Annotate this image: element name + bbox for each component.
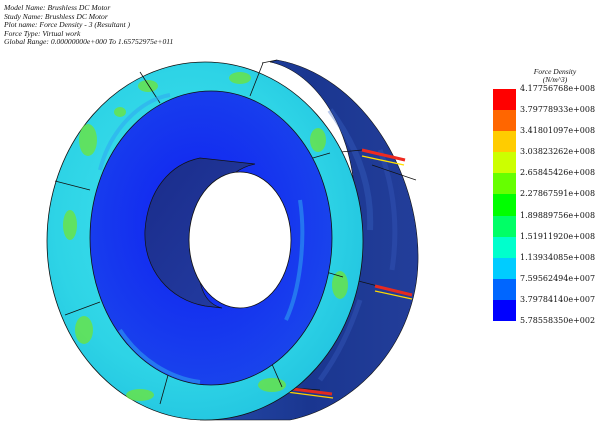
legend-color-bar bbox=[493, 89, 516, 322]
legend-value-label: 3.79778933e+008 bbox=[520, 105, 596, 115]
legend-value-label: 4.17756768e+008 bbox=[520, 84, 596, 93]
legend-title: Force Density (N/m^3) bbox=[520, 68, 590, 84]
legend-color-band bbox=[493, 110, 516, 132]
legend-value-label: 2.65845426e+008 bbox=[520, 168, 596, 178]
legend-value-label: 3.03823262e+008 bbox=[520, 147, 596, 157]
legend-value-label: 3.41801097e+008 bbox=[520, 126, 596, 136]
legend-value-label: 1.51911920e+008 bbox=[520, 231, 596, 241]
legend-value-label: 7.59562494e+007 bbox=[520, 273, 596, 283]
legend-value-label: 3.79784140e+007 bbox=[520, 294, 596, 304]
legend-value-label: 1.13934085e+008 bbox=[520, 252, 596, 262]
legend-value-label: 2.27867591e+008 bbox=[520, 189, 596, 199]
legend-title-unit: (N/m^3) bbox=[542, 75, 568, 84]
legend-color-band bbox=[493, 257, 516, 280]
legend-color-band bbox=[493, 173, 516, 195]
legend-color-band bbox=[493, 236, 516, 259]
legend-color-band bbox=[493, 89, 516, 111]
legend-color-band bbox=[493, 131, 516, 153]
legend-value-labels: 4.17756768e+008 3.79778933e+008 3.41801097… bbox=[520, 84, 596, 328]
bore-hole-opening bbox=[188, 171, 292, 309]
legend-value-label: 1.89889756e+008 bbox=[520, 210, 596, 220]
legend-color-band bbox=[493, 215, 516, 238]
color-legend: Force Density (N/m^3) 4.17756768e+008 3.7… bbox=[490, 68, 596, 330]
legend-color-band bbox=[493, 194, 516, 217]
legend-color-band bbox=[493, 152, 516, 174]
legend-color-band bbox=[493, 299, 516, 322]
legend-color-band bbox=[493, 278, 516, 301]
legend-value-label: 5.78558350e+002 bbox=[520, 316, 596, 325]
